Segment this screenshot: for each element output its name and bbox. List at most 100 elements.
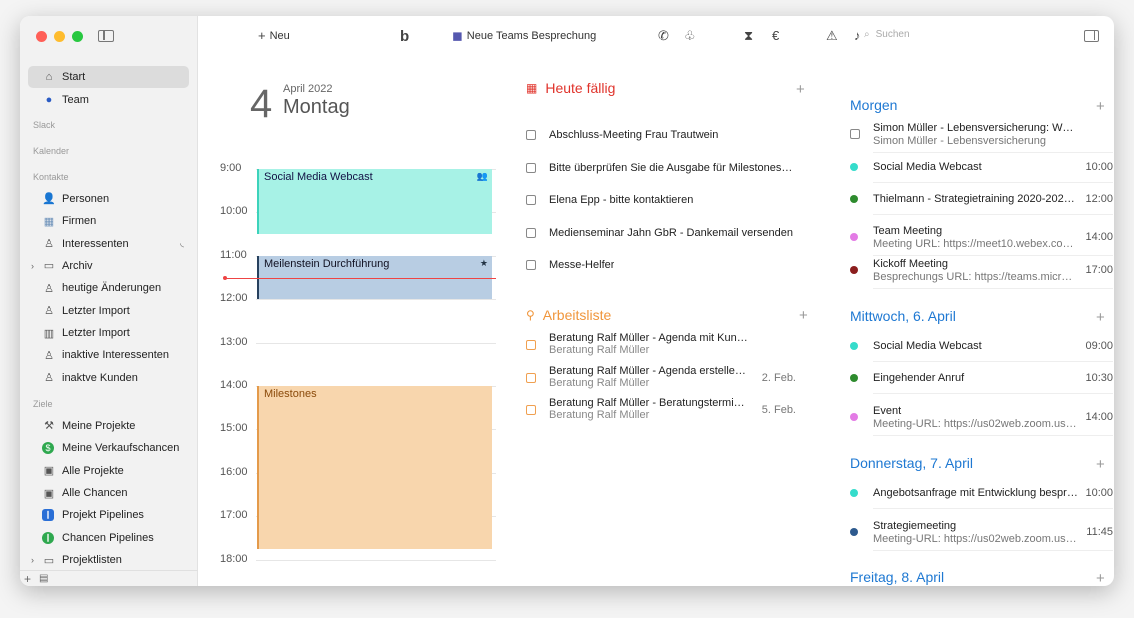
sidebar-item-projekt-pipelines[interactable]: ∥ Projekt Pipelines	[20, 504, 198, 526]
sidebar-item-alle-chancen[interactable]: ▣ Alle Chancen	[20, 482, 198, 504]
sidebar-item-label: heutige Änderungen	[62, 282, 162, 295]
agenda-item-time: 14:00	[1085, 231, 1113, 243]
sidebar-item-alle-projekte[interactable]: ▣ Alle Projekte	[20, 459, 198, 481]
worklist-item[interactable]: Beratung Ralf Müller - Agenda erstellen……	[526, 365, 796, 389]
sidebar-item-team[interactable]: ● Team	[20, 88, 198, 110]
agenda-item[interactable]: Eingehender Anruf 10:30	[850, 372, 1113, 402]
task-checkbox[interactable]	[526, 162, 536, 173]
chevron-right-icon[interactable]: ›	[31, 555, 34, 565]
timer-icon[interactable]: ⧗	[744, 28, 753, 44]
add-icon[interactable]: +	[24, 572, 31, 586]
worklist-title: Arbeitsliste	[542, 307, 612, 323]
add-agenda-item-button[interactable]: +	[1096, 456, 1105, 473]
agenda-separator	[873, 182, 1113, 183]
hour-label: 14:00	[220, 379, 248, 391]
sidebar-item-chancen-pipelines[interactable]: ∥ Chancen Pipelines	[20, 527, 198, 549]
brand-logo-icon[interactable]: b	[400, 28, 409, 45]
new-button[interactable]: + Neu	[258, 28, 290, 43]
sidebar-toggle-icon[interactable]	[98, 30, 114, 42]
minimize-window-button[interactable]	[54, 31, 65, 42]
worklist-item[interactable]: Beratung Ralf Müller - Beratungstermin… B…	[526, 397, 796, 421]
sidebar-item-inaktive-kunden[interactable]: ♙ inaktve Kunden	[20, 367, 198, 389]
sidebar-item-firmen[interactable]: ▦ Firmen	[20, 210, 198, 232]
task-checkbox[interactable]	[526, 405, 536, 416]
agenda-item[interactable]: Kickoff Meeting Besprechungs URL: https:/…	[850, 258, 1113, 289]
task-title: Messe-Helfer	[549, 259, 615, 272]
agenda-item[interactable]: Angebotsanfrage mit Entwicklung bespr… 10…	[850, 487, 1113, 517]
sidebar-item-letzter-import-1[interactable]: ♙ Letzter Import	[20, 300, 198, 322]
agenda-separator	[873, 214, 1113, 215]
sidebar-item-meine-projekte[interactable]: ⚒ Meine Projekte	[20, 415, 198, 437]
sidebar-item-start[interactable]: ⌂ Start	[28, 66, 189, 89]
task-due-date: 5. Feb.	[761, 404, 796, 417]
section-slack[interactable]: Slack	[20, 111, 198, 137]
task-checkbox[interactable]	[526, 372, 536, 383]
chevron-right-icon[interactable]: ›	[31, 261, 34, 271]
teams-meeting-button[interactable]: ◼ Neue Teams Besprechung	[452, 28, 596, 44]
sidebar-item-projektlisten[interactable]: › ▭ Projektlisten	[20, 549, 198, 571]
task-checkbox[interactable]	[526, 340, 536, 350]
agenda-item[interactable]: Simon Müller - Lebensversicherung: Webre…	[850, 122, 1113, 153]
add-today-task-button[interactable]: +	[796, 81, 805, 98]
worklist-text: Beratung Ralf Müller - Agenda mit Kunde …	[549, 332, 749, 356]
add-worklist-task-button[interactable]: +	[799, 307, 808, 324]
task-checkbox[interactable]	[526, 195, 536, 206]
add-agenda-item-button[interactable]: +	[1096, 570, 1105, 586]
day-number: 4	[250, 82, 273, 126]
add-agenda-item-button[interactable]: +	[1096, 98, 1105, 115]
section-kontakte[interactable]: Kontakte	[20, 162, 198, 188]
sidebar-item-meine-verkaufschancen[interactable]: $ Meine Verkaufschancen	[20, 437, 198, 459]
agenda-day-header: Mittwoch, 6. April	[850, 308, 956, 324]
agenda-item[interactable]: Event Meeting-URL: https://us02web.zoom.u…	[850, 405, 1113, 436]
task-title: Elena Epp - bitte kontaktieren	[549, 194, 694, 207]
task-subtitle: Beratung Ralf Müller	[549, 344, 650, 356]
euro-icon[interactable]: €	[772, 28, 779, 43]
agenda-item[interactable]: Social Media Webcast 09:00	[850, 340, 1113, 370]
agenda-item[interactable]: Strategiemeeting Meeting-URL: https://us0…	[850, 520, 1113, 551]
task-item[interactable]: Medienseminar Jahn GbR - Dankemail verse…	[526, 227, 796, 239]
task-item[interactable]: Bitte überprüfen Sie die Ausgabe für Mil…	[526, 162, 796, 174]
sidebar-item-letzter-import-2[interactable]: ▥ Letzter Import	[20, 322, 198, 344]
section-kalender[interactable]: Kalender	[20, 136, 198, 162]
sidebar-item-archiv[interactable]: › ▭ Archiv	[20, 255, 198, 277]
calendar-small-icon[interactable]: ▤	[39, 573, 48, 584]
phone-icon[interactable]: ✆	[658, 28, 669, 44]
hour-label: 11:00	[220, 248, 247, 261]
agenda-item[interactable]: Team Meeting Meeting URL: https://meet10.…	[850, 225, 1113, 256]
agenda-item[interactable]: Thielmann - Strategietraining 2020-202… 1…	[850, 193, 1113, 223]
section-ziele[interactable]: Ziele	[20, 389, 198, 415]
month-year: April 2022	[283, 83, 333, 95]
event-color-dot	[850, 413, 858, 421]
notification-settings-icon[interactable]: ⚠	[826, 28, 838, 44]
phone-glyph: ✆	[658, 28, 669, 43]
sidebar-item-personen[interactable]: 👤 Personen	[20, 188, 198, 210]
search-field[interactable]: ⌕ Suchen	[864, 29, 910, 40]
panel-toggle-icon[interactable]	[1084, 30, 1099, 42]
task-checkbox[interactable]	[526, 227, 536, 238]
plus-icon: +	[258, 28, 266, 43]
agenda-item[interactable]: Social Media Webcast 10:00	[850, 161, 1113, 191]
bell-icon[interactable]: ♪	[854, 28, 861, 43]
add-agenda-item-button[interactable]: +	[1096, 309, 1105, 326]
agenda-checkbox[interactable]	[850, 129, 860, 139]
sidebar-item-interessenten[interactable]: ♙ Interessenten ◟	[20, 232, 198, 254]
agenda-item-title: Thielmann - Strategietraining 2020-202…	[873, 193, 1075, 205]
worklist-item[interactable]: Beratung Ralf Müller - Agenda mit Kunde …	[526, 332, 796, 356]
calendar-event[interactable]: Milestones	[257, 386, 492, 549]
task-item[interactable]: Abschluss-Meeting Frau Trautwein	[526, 129, 796, 141]
close-window-button[interactable]	[36, 31, 47, 42]
task-item[interactable]: Messe-Helfer	[526, 259, 796, 271]
agenda-item-time: 12:00	[1085, 193, 1113, 205]
task-subtitle: Beratung Ralf Müller	[549, 376, 650, 389]
task-item[interactable]: Elena Epp - bitte kontaktieren	[526, 194, 796, 206]
contact-link-icon[interactable]: ♧	[684, 28, 696, 44]
sidebar-item-heutige-aenderungen[interactable]: ♙ heutige Änderungen	[20, 277, 198, 299]
sidebar-item-inaktive-interessenten[interactable]: ♙ inaktive Interessenten	[20, 344, 198, 366]
team-icon: ●	[45, 93, 53, 106]
task-checkbox[interactable]	[526, 260, 536, 271]
calendar-event[interactable]: Social Media Webcast 👥	[257, 169, 492, 235]
star-icon: ★	[479, 257, 488, 268]
hour-label: 12:00	[220, 292, 248, 305]
zoom-window-button[interactable]	[72, 31, 83, 42]
task-checkbox[interactable]	[526, 130, 536, 140]
